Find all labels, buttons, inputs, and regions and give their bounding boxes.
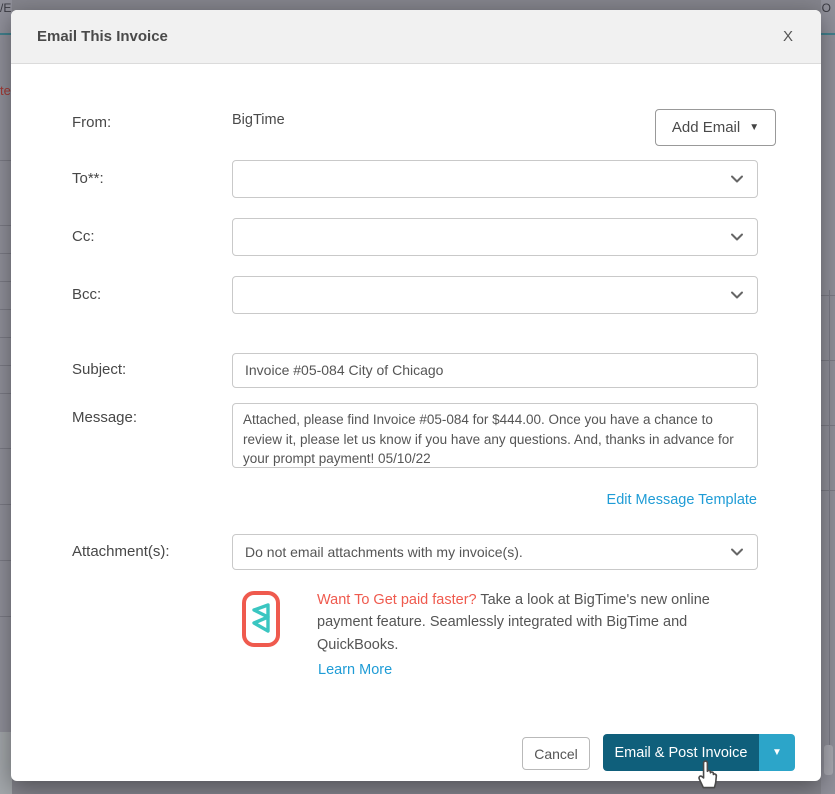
email-post-invoice-label: Email & Post Invoice bbox=[614, 744, 748, 761]
cc-label: Cc: bbox=[72, 228, 95, 245]
bigtime-logo-icon bbox=[242, 591, 280, 647]
background-column-line bbox=[829, 290, 830, 745]
subject-input[interactable]: Invoice #05-084 City of Chicago bbox=[232, 353, 758, 388]
caret-down-icon: ▼ bbox=[749, 122, 760, 133]
background-page-right-edge bbox=[821, 0, 835, 794]
close-icon[interactable]: X bbox=[783, 10, 793, 64]
to-label: To**: bbox=[72, 170, 104, 187]
cancel-button[interactable]: Cancel bbox=[522, 737, 590, 770]
email-post-invoice-dropdown-toggle[interactable]: ▼ bbox=[759, 734, 795, 771]
to-combobox[interactable] bbox=[232, 160, 758, 198]
add-email-button[interactable]: Add Email ▼ bbox=[655, 109, 776, 146]
chevron-down-icon[interactable] bbox=[729, 171, 745, 187]
chevron-down-icon[interactable] bbox=[729, 544, 745, 560]
background-row-line bbox=[821, 490, 835, 491]
dialog-title: Email This Invoice bbox=[37, 28, 168, 45]
promo-text: Want To Get paid faster? Take a look at … bbox=[317, 589, 737, 656]
attachments-selected-value: Do not email attachments with my invoice… bbox=[245, 544, 523, 560]
background-scrollbar-thumb bbox=[824, 745, 833, 775]
message-label: Message: bbox=[72, 409, 138, 426]
dialog-header: Email This Invoice X bbox=[11, 10, 821, 64]
learn-more-link[interactable]: Learn More bbox=[318, 662, 392, 678]
background-row-line bbox=[821, 425, 835, 426]
caret-down-icon: ▼ bbox=[772, 747, 782, 758]
message-textarea[interactable]: Attached, please find Invoice #05-084 fo… bbox=[232, 403, 758, 468]
background-clipped-red-text: te bbox=[0, 83, 11, 98]
attachments-select[interactable]: Do not email attachments with my invoice… bbox=[232, 534, 758, 570]
cancel-label: Cancel bbox=[534, 745, 578, 762]
chevron-down-icon[interactable] bbox=[729, 287, 745, 303]
from-label: From: bbox=[72, 114, 112, 131]
cc-combobox[interactable] bbox=[232, 218, 758, 256]
page: { "background": { "top_left_text": "/E",… bbox=[0, 0, 835, 794]
background-row-line bbox=[821, 295, 835, 296]
email-post-invoice-split-button[interactable]: Email & Post Invoice ▼ bbox=[603, 734, 795, 771]
promo-highlight: Want To Get paid faster? bbox=[317, 592, 477, 608]
background-clipped-text-left: /E bbox=[0, 1, 12, 15]
chevron-down-icon[interactable] bbox=[729, 229, 745, 245]
add-email-label: Add Email bbox=[671, 119, 741, 136]
bcc-combobox[interactable] bbox=[232, 276, 758, 314]
background-row-line bbox=[821, 360, 835, 361]
attachments-label: Attachment(s): bbox=[72, 543, 170, 560]
subject-label: Subject: bbox=[72, 361, 127, 378]
bcc-label: Bcc: bbox=[72, 286, 102, 303]
background-clipped-text-right: O bbox=[821, 1, 831, 15]
email-invoice-dialog: Email This Invoice X From: BigTime Add E… bbox=[11, 10, 821, 781]
edit-message-template-link[interactable]: Edit Message Template bbox=[607, 492, 757, 508]
email-post-invoice-button[interactable]: Email & Post Invoice bbox=[603, 734, 759, 771]
from-value: BigTime bbox=[232, 112, 285, 128]
